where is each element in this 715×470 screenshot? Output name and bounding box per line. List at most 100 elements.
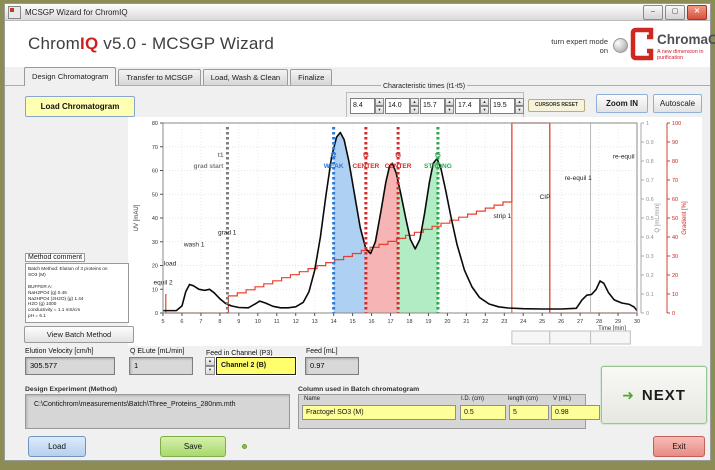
t4-stepper[interactable]: ▲▼ (480, 98, 489, 112)
svg-text:12: 12 (293, 319, 299, 325)
up-arrow-icon[interactable]: ▲ (375, 98, 384, 106)
elution-velocity-label: Elution Velocity [cm/h] (25, 348, 93, 355)
chromatogram-chart[interactable]: t1grad startt2WEAKt3CENTERt4CENTERt5STRO… (128, 117, 702, 346)
cursors-reset-button[interactable]: CURSORS RESET (528, 99, 585, 112)
svg-text:5: 5 (161, 319, 164, 325)
down-arrow-icon[interactable]: ▼ (205, 366, 215, 375)
brand-tagline: A new dimension in purification (657, 49, 710, 61)
svg-text:WEAK: WEAK (324, 163, 344, 170)
graph-palette[interactable] (512, 331, 631, 344)
title-rest: v5.0 - MCSGP Wizard (98, 34, 274, 53)
svg-text:27: 27 (577, 319, 583, 325)
svg-text:26: 26 (558, 319, 564, 325)
fraction-regions (163, 133, 637, 314)
svg-text:STRONG: STRONG (424, 163, 452, 170)
table-cell-length[interactable]: 5 (509, 405, 549, 420)
window-title: MCSGP Wizard for ChromIQ (25, 8, 128, 17)
maximize-icon[interactable]: ▢ (665, 5, 685, 20)
zoom-in-button[interactable]: Zoom IN (596, 94, 648, 113)
feed-channel-select[interactable]: Channel 2 (B) (216, 357, 296, 375)
svg-text:0: 0 (672, 311, 675, 317)
up-arrow-icon[interactable]: ▲ (205, 357, 215, 366)
exit-button[interactable]: Exit (653, 436, 705, 457)
tab-design-chromatogram[interactable]: Design Chromatogram (24, 67, 116, 86)
svg-text:60: 60 (152, 169, 158, 175)
t5-value[interactable]: 19.5 (490, 98, 515, 114)
svg-text:8: 8 (218, 319, 221, 325)
svg-text:70: 70 (152, 145, 158, 151)
table-cell-id[interactable]: 0.5 (460, 405, 506, 420)
title-iq: IQ (80, 34, 98, 53)
svg-text:23: 23 (501, 319, 507, 325)
down-arrow-icon[interactable]: ▼ (480, 106, 489, 114)
down-arrow-icon[interactable]: ▼ (410, 106, 419, 114)
tab-finalize[interactable]: Finalize (290, 69, 332, 85)
view-batch-method-button[interactable]: View Batch Method (24, 326, 134, 343)
svg-text:t4: t4 (395, 152, 401, 159)
method-comment-box[interactable]: Batch Method: Elution of 3 proteins on S… (25, 263, 129, 323)
svg-text:t3: t3 (363, 152, 369, 159)
t2-stepper[interactable]: ▲▼ (410, 98, 419, 112)
minimize-icon[interactable]: – (643, 5, 663, 20)
load-button[interactable]: Load (28, 436, 86, 457)
table-cell-volume[interactable]: 0.98 (551, 405, 600, 420)
t3-value[interactable]: 15.7 (420, 98, 445, 114)
svg-text:13: 13 (312, 319, 318, 325)
app-icon (8, 6, 21, 19)
expert-mode-knob[interactable] (613, 38, 628, 53)
page-title: ChromIQ v5.0 - MCSGP Wizard (28, 34, 274, 54)
up-arrow-icon[interactable]: ▲ (410, 98, 419, 106)
svg-text:CENTER: CENTER (353, 163, 380, 170)
t1-value[interactable]: 8.4 (350, 98, 375, 114)
t3-stepper[interactable]: ▲▼ (445, 98, 454, 112)
up-arrow-icon[interactable]: ▲ (480, 98, 489, 106)
svg-text:18: 18 (406, 319, 412, 325)
svg-text:wash 1: wash 1 (183, 242, 205, 249)
region-fill (163, 133, 637, 314)
svg-text:re-equil 1: re-equil 1 (565, 175, 592, 182)
cursor-t1[interactable]: t1grad start (193, 127, 227, 313)
down-arrow-icon[interactable]: ▼ (375, 106, 384, 114)
feed-channel-stepper[interactable]: ▲▼ (205, 357, 215, 375)
table-cell-name[interactable]: Fractogel SO3 (M) (302, 405, 456, 420)
close-icon[interactable]: ✕ (687, 5, 707, 20)
tab-transfer-to-mcsgp[interactable]: Transfer to MCSGP (118, 69, 200, 85)
y-right2-axis: 0102030405060708090100Gradient [%] (667, 121, 688, 317)
t2-value[interactable]: 14.0 (385, 98, 410, 114)
t5-stepper[interactable]: ▲▼ (515, 98, 524, 112)
load-chromatogram-button[interactable]: Load Chromatogram (25, 96, 135, 117)
svg-text:strip 1: strip 1 (494, 213, 512, 220)
characteristic-times-label: Characteristic times (t1-t5) (381, 83, 467, 90)
svg-text:7: 7 (199, 319, 202, 325)
down-arrow-icon[interactable]: ▼ (445, 106, 454, 114)
elution-velocity-field[interactable]: 305.577 (25, 357, 115, 375)
status-indicator-dot (242, 444, 247, 449)
design-experiment-path[interactable]: C:\Contichrom\measurements\Batch\Three_P… (25, 394, 290, 429)
svg-text:20: 20 (672, 273, 678, 279)
svg-text:re-equil: re-equil (613, 154, 635, 161)
svg-text:40: 40 (672, 235, 678, 241)
q-elute-field[interactable]: 1 (129, 357, 193, 375)
autoscale-button[interactable]: Autoscale (653, 94, 702, 113)
feed-label: Feed [mL] (306, 348, 338, 355)
save-button[interactable]: Save (160, 436, 226, 457)
svg-text:load: load (164, 261, 177, 268)
up-arrow-icon[interactable]: ▲ (515, 98, 524, 106)
t4-value[interactable]: 17.4 (455, 98, 480, 114)
feed-field[interactable]: 0.97 (305, 357, 359, 375)
svg-text:0.8: 0.8 (646, 159, 654, 165)
column-header-length: length (cm) (508, 396, 538, 402)
svg-text:100: 100 (672, 121, 681, 127)
title-chrom: Chrom (28, 34, 80, 53)
tab-load-wash-clean[interactable]: Load, Wash & Clean (203, 69, 288, 85)
title-bar: MCSGP Wizard for ChromIQ – ▢ ✕ (5, 4, 710, 21)
next-button[interactable]: ➜ NEXT (601, 366, 707, 424)
svg-text:60: 60 (672, 197, 678, 203)
svg-text:24: 24 (520, 319, 526, 325)
up-arrow-icon[interactable]: ▲ (445, 98, 454, 106)
svg-text:0: 0 (646, 311, 649, 317)
svg-text:t5: t5 (435, 152, 441, 159)
t1-stepper[interactable]: ▲▼ (375, 98, 384, 112)
expert-mode-label: turn expert mode on (550, 37, 608, 55)
down-arrow-icon[interactable]: ▼ (515, 106, 524, 114)
